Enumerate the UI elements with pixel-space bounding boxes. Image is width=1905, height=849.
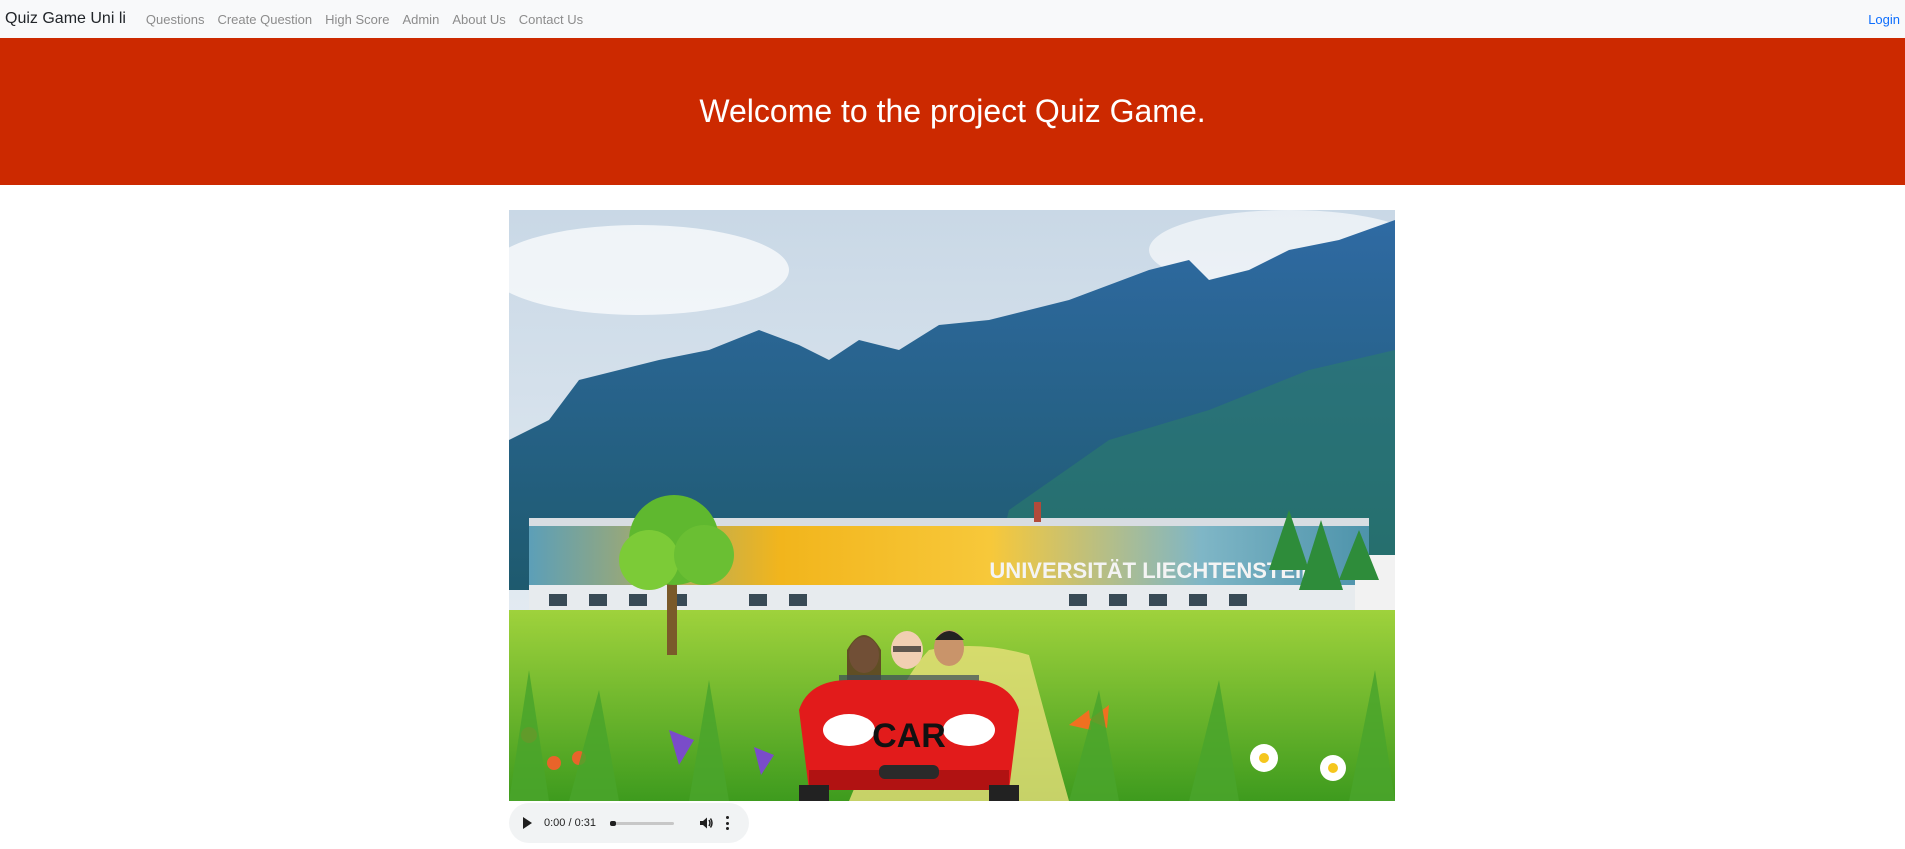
nav-link-contact-us[interactable]: Contact Us	[519, 12, 583, 27]
brand-link[interactable]: Quiz Game Uni li	[5, 10, 126, 28]
car-label: CAR	[872, 717, 946, 755]
login-link[interactable]: Login	[1868, 12, 1900, 27]
hero-banner: Welcome to the project Quiz Game.	[0, 38, 1905, 185]
quiz-video[interactable]: UNIVERSITÄT LIECHTENSTEIN CAR	[509, 210, 1395, 801]
audio-seek-bar[interactable]	[610, 820, 674, 826]
nav-link-about-us[interactable]: About Us	[452, 12, 505, 27]
nav-links: Questions Create Question High Score Adm…	[146, 12, 596, 27]
hero-title: Welcome to the project Quiz Game.	[699, 93, 1206, 129]
red-car: CAR	[799, 680, 1019, 801]
building-sign: UNIVERSITÄT LIECHTENSTEIN	[989, 558, 1317, 583]
audio-time: 0:00 / 0:31	[544, 817, 596, 829]
nav-link-high-score[interactable]: High Score	[325, 12, 389, 27]
top-navbar: Quiz Game Uni li Questions Create Questi…	[0, 0, 1905, 38]
more-options-icon[interactable]	[726, 816, 730, 830]
nav-link-admin[interactable]: Admin	[402, 12, 439, 27]
seek-thumb[interactable]	[610, 820, 616, 826]
volume-icon[interactable]	[698, 815, 714, 831]
nav-link-questions[interactable]: Questions	[146, 12, 205, 27]
play-icon[interactable]	[523, 817, 532, 829]
audio-player[interactable]: 0:00 / 0:31	[509, 803, 749, 843]
nav-link-create-question[interactable]: Create Question	[217, 12, 312, 27]
campus-illustration: UNIVERSITÄT LIECHTENSTEIN CAR	[509, 210, 1395, 801]
